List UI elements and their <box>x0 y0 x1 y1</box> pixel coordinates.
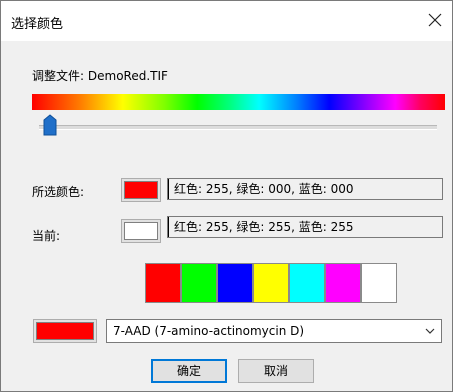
current-color-fill <box>124 222 158 240</box>
palette-swatch-2[interactable] <box>181 263 217 303</box>
palette-swatch-1[interactable] <box>145 263 181 303</box>
selected-rgb-box: 红色: 255, 绿色: 000, 蓝色: 000 <box>167 178 443 200</box>
dye-color-swatch[interactable] <box>33 319 97 343</box>
current-color-swatch[interactable] <box>121 219 161 243</box>
selected-color-label: 所选颜色: <box>32 185 85 199</box>
current-color-label: 当前: <box>32 229 61 243</box>
palette-swatch-5[interactable] <box>289 263 325 303</box>
palette-swatch-3[interactable] <box>217 263 253 303</box>
slider-track[interactable] <box>39 125 437 130</box>
dye-color-fill <box>36 322 94 340</box>
dye-select[interactable]: 7-AAD (7-amino-actinomycin D) <box>106 319 442 343</box>
palette-swatch-7[interactable] <box>361 263 397 303</box>
cancel-button[interactable]: 取消 <box>238 359 314 383</box>
chevron-down-icon <box>425 320 435 349</box>
selected-color-swatch[interactable] <box>121 178 161 202</box>
color-spectrum[interactable] <box>32 94 445 110</box>
file-label-text: 调整文件: <box>32 69 85 83</box>
color-dialog: 选择颜色 调整文件: DemoRed.TIF 所选颜色: 红色: 255, 绿色… <box>0 0 453 392</box>
file-label: 调整文件: DemoRed.TIF <box>32 67 168 84</box>
close-icon[interactable] <box>424 9 446 31</box>
slider-thumb[interactable] <box>43 114 57 136</box>
title-bar: 选择颜色 <box>1 1 452 41</box>
current-rgb-box: 红色: 255, 绿色: 255, 蓝色: 255 <box>167 216 443 238</box>
color-palette <box>145 263 397 303</box>
dye-select-value: 7-AAD (7-amino-actinomycin D) <box>113 324 305 338</box>
window-title: 选择颜色 <box>11 17 64 32</box>
palette-swatch-6[interactable] <box>325 263 361 303</box>
file-name: DemoRed.TIF <box>87 69 168 83</box>
selected-color-fill <box>124 181 158 199</box>
ok-button[interactable]: 确定 <box>151 359 227 383</box>
palette-swatch-4[interactable] <box>253 263 289 303</box>
